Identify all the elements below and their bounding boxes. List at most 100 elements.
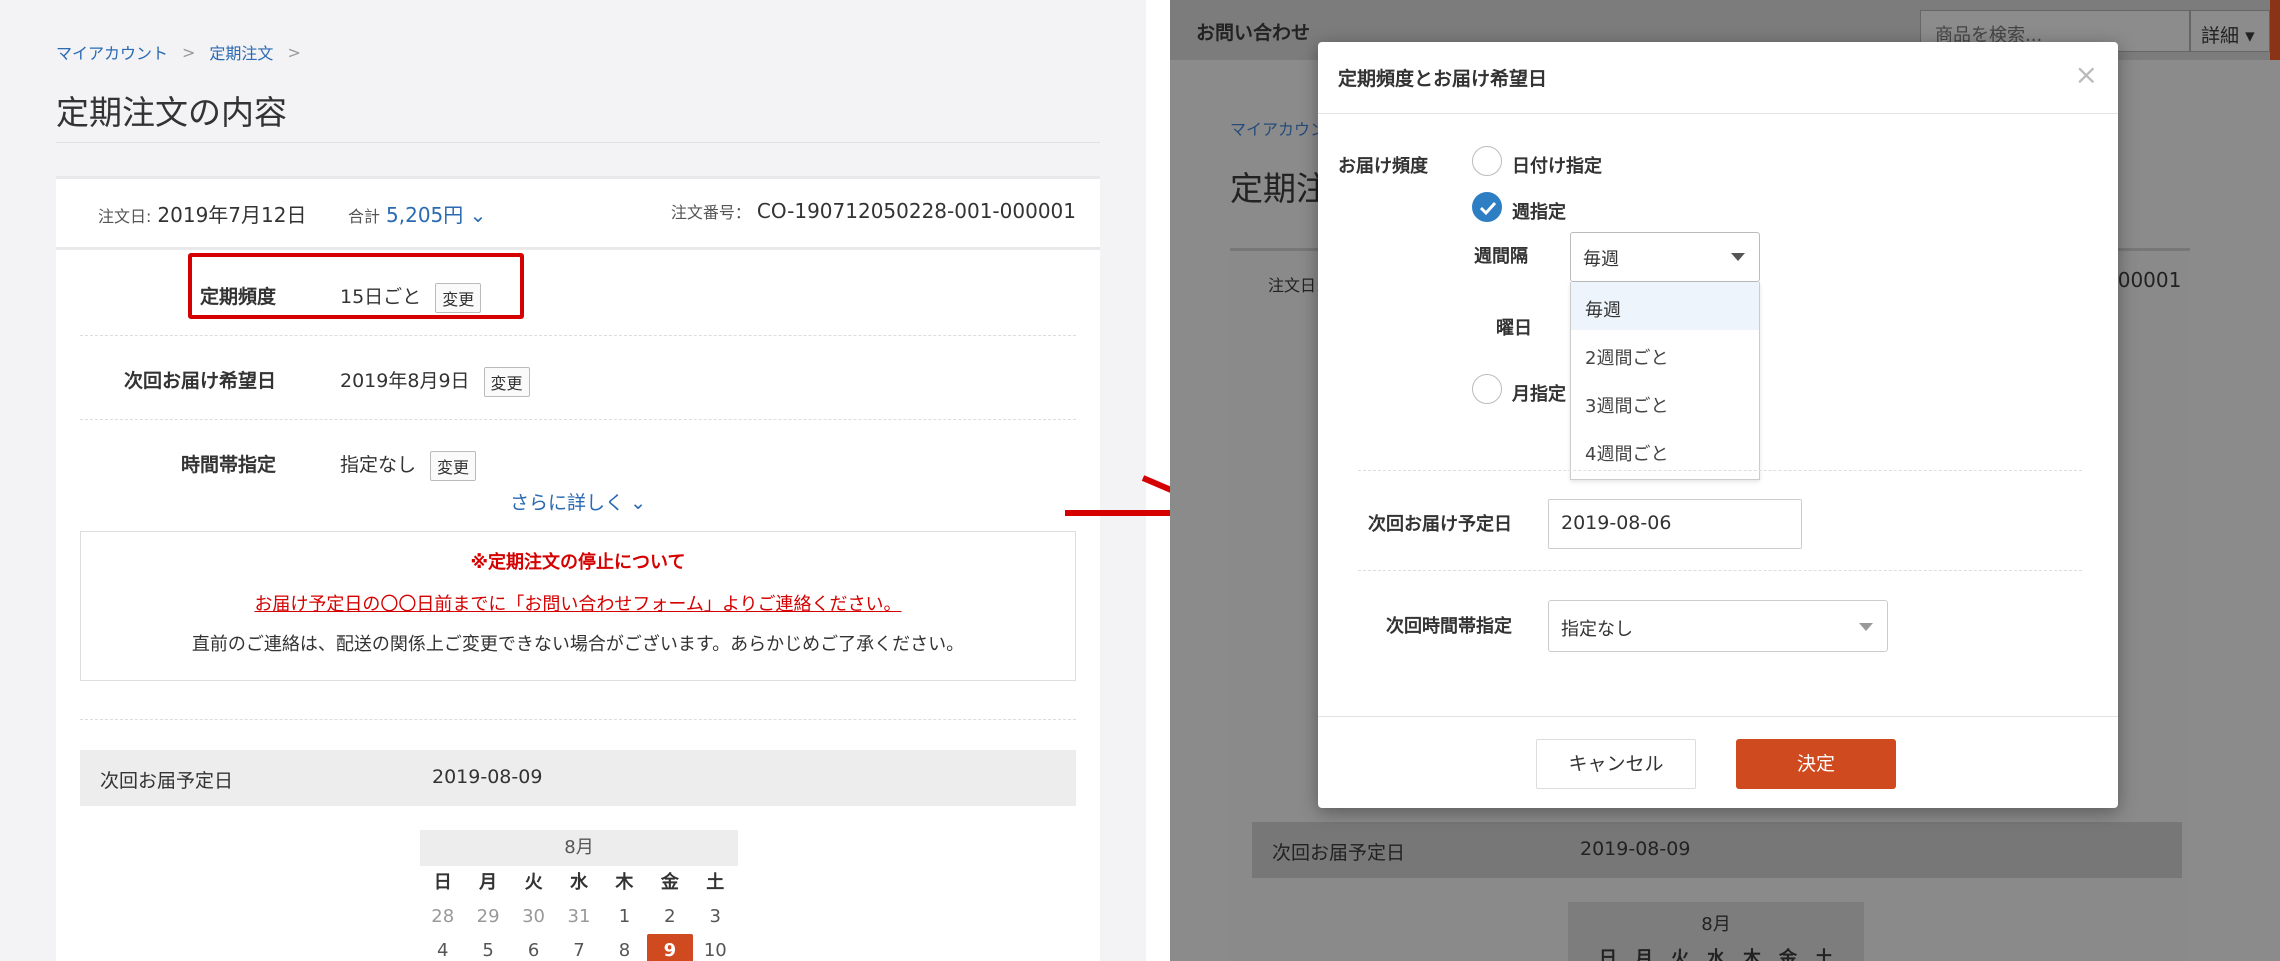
interval-dropdown-menu: 毎週 2週間ごと 3週間ごと 4週間ごと — [1570, 282, 1760, 480]
breadcrumb-separator: > — [182, 42, 196, 62]
row-next-date: 次回お届け希望日 2019年8月9日 変更 — [80, 336, 1076, 420]
calendar-day[interactable]: 7 — [556, 934, 601, 961]
breadcrumb-separator: > — [287, 42, 301, 62]
chevron-down-icon[interactable]: ⌄ — [470, 203, 487, 227]
calendar-day[interactable]: 29 — [465, 900, 510, 934]
breadcrumb: マイアカウント > 定期注文 > — [56, 40, 301, 64]
calendar: 8月 日 月 火 水 木 金 土 28 29 30 31 1 2 3 4 5 6 7 8 9 10 — [420, 830, 738, 961]
order-date-label: 注文日: — [98, 207, 152, 226]
radio-date-label[interactable]: 日付け指定 — [1512, 152, 1602, 178]
frequency-modal: 定期頻度とお届け希望日 × お届け頻度 日付け指定 週指定 週間隔 毎週 毎週 … — [1318, 42, 2118, 808]
stop-notice: ※定期注文の停止について お届け予定日の〇〇日前までに「お問い合わせフォーム」よ… — [80, 531, 1076, 681]
more-details-link[interactable]: さらに詳しく ⌄ — [56, 488, 1100, 515]
next-date-field-label: 次回お届け予定日 — [1368, 514, 1512, 535]
divider — [1358, 470, 2082, 471]
calendar-day[interactable]: 30 — [511, 900, 556, 934]
calendar-weekday: 水 — [569, 872, 588, 893]
radio-date[interactable] — [1472, 146, 1502, 176]
order-number-value: CO-190712050228-001-000001 — [756, 199, 1076, 223]
contact-link[interactable]: お問い合わせ — [1196, 18, 1310, 45]
caret-down-icon[interactable] — [1731, 253, 1745, 261]
bg-next-label: 次回お届予定日 — [1272, 842, 1406, 864]
notice-text: 直前のご連絡は、配送の関係上ご変更できない場合がございます。あらかじめご了承くだ… — [191, 634, 965, 655]
frequency-field-label: お届け頻度 — [1338, 156, 1428, 177]
next-delivery-value: 2019-08-09 — [432, 766, 543, 788]
time-selected[interactable]: 指定なし — [1561, 619, 1633, 640]
detail-label[interactable]: 詳細 — [2201, 25, 2239, 47]
bg-breadcrumb: マイアカウン — [1230, 120, 1327, 139]
title-divider — [56, 142, 1100, 143]
calendar-day[interactable]: 3 — [693, 900, 738, 934]
calendar-day[interactable]: 4 — [420, 934, 465, 961]
weekday-label: 曜日 — [1496, 318, 1532, 339]
next-delivery-bar: 次回お届予定日 2019-08-09 — [80, 750, 1076, 806]
radio-month-label[interactable]: 月指定 — [1512, 380, 1566, 406]
total-label: 合計 — [348, 207, 381, 226]
next-date-value: 2019年8月9日 — [340, 370, 470, 392]
calendar-weekday: 金 — [660, 872, 679, 893]
time-select[interactable]: 指定なし — [1548, 600, 1888, 652]
caret-down-icon[interactable]: ▾ — [2245, 25, 2255, 47]
calendar-weekday: 木 — [615, 872, 634, 893]
calendar-day[interactable]: 8 — [602, 934, 647, 961]
page-title: 定期注文の内容 — [56, 93, 287, 132]
next-date-input[interactable]: 2019-08-06 — [1548, 499, 1802, 549]
calendar-weekday: 火 — [524, 872, 543, 893]
order-number-label: 注文番号： — [670, 203, 751, 222]
time-field-label: 次回時間帯指定 — [1386, 616, 1512, 637]
chevron-down-icon[interactable]: ⌄ — [630, 492, 646, 514]
interval-select[interactable]: 毎週 — [1570, 232, 1760, 282]
order-date-value: 2019年7月12日 — [157, 203, 307, 227]
calendar-day[interactable]: 6 — [511, 934, 556, 961]
interval-option[interactable]: 4週間ごと — [1571, 426, 1759, 474]
bg-calendar-month: 8月 — [1701, 914, 1731, 935]
order-summary: 注文日: 2019年7月12日 合計 5,205円 ⌄ 注文番号： CO-190712… — [56, 176, 1100, 250]
calendar-weekday: 日 — [433, 872, 452, 893]
notice-title: ※定期注文の停止について — [470, 552, 686, 573]
cancel-button[interactable]: キャンセル — [1536, 739, 1696, 789]
interval-label: 週間隔 — [1474, 246, 1528, 267]
change-date-button[interactable]: 変更 — [483, 366, 530, 397]
left-screen: マイアカウント > 定期注文 > 定期注文の内容 注文日: 2019年7月12日 … — [0, 0, 1146, 961]
order-date: 注文日: 2019年7月12日 — [98, 199, 306, 228]
bg-next-delivery: 次回お届予定日 2019-08-09 — [1252, 822, 2182, 878]
calendar-day[interactable]: 5 — [465, 934, 510, 961]
bg-title: 定期注 — [1230, 169, 1329, 208]
radio-month[interactable] — [1472, 374, 1502, 404]
interval-option[interactable]: 3週間ごと — [1571, 378, 1759, 426]
caret-down-icon[interactable] — [1859, 623, 1873, 631]
modal-header: 定期頻度とお届け希望日 × — [1318, 42, 2118, 114]
right-screen: お問い合わせ 商品を検索... 詳細 ▾ マイアカウン 定期注 注文日: 000… — [1170, 0, 2280, 961]
contact-form-link[interactable]: お届け予定日の〇〇日前までに「お問い合わせフォーム」よりご連絡ください。 — [81, 590, 1075, 616]
close-icon[interactable]: × — [2075, 58, 2098, 91]
interval-selected[interactable]: 毎週 — [1583, 249, 1619, 270]
confirm-button[interactable]: 決定 — [1736, 739, 1896, 789]
more-details-label[interactable]: さらに詳しく — [510, 492, 624, 514]
breadcrumb-my-account[interactable]: マイアカウント — [56, 40, 168, 64]
order-total[interactable]: 合計 5,205円 ⌄ — [348, 199, 486, 228]
interval-option[interactable]: 毎週 — [1571, 282, 1759, 330]
divider — [80, 719, 1076, 720]
change-time-button[interactable]: 変更 — [430, 450, 477, 481]
calendar-day[interactable]: 9 — [647, 934, 693, 961]
total-value[interactable]: 5,205円 — [386, 203, 463, 227]
radio-week[interactable] — [1472, 192, 1502, 222]
next-date-label: 次回お届け希望日 — [123, 370, 276, 392]
divider — [1358, 570, 2082, 571]
time-value: 指定なし — [340, 454, 417, 476]
breadcrumb-subscription[interactable]: 定期注文 — [209, 40, 273, 64]
calendar-month: 8月 — [420, 830, 738, 866]
detail-menu[interactable]: 詳細 ▾ — [2190, 10, 2270, 52]
interval-option[interactable]: 2週間ごと — [1571, 330, 1759, 378]
calendar-day[interactable]: 2 — [647, 900, 692, 934]
calendar-day[interactable]: 31 — [556, 900, 601, 934]
accent-bar — [2270, 0, 2280, 60]
calendar-day[interactable]: 1 — [602, 900, 647, 934]
calendar-day[interactable]: 28 — [420, 900, 465, 934]
next-delivery-label: 次回お届予定日 — [100, 770, 234, 792]
calendar-grid: 日 月 火 水 木 金 土 28 29 30 31 1 2 3 4 5 6 7 8 9 10 — [420, 866, 738, 961]
bg-order-label: 注文日: — [1268, 276, 1322, 295]
bg-calendar: 8月 日 月 火 水 木 金 土 — [1568, 902, 1864, 961]
calendar-day[interactable]: 10 — [693, 934, 738, 961]
radio-week-label[interactable]: 週指定 — [1512, 198, 1566, 224]
